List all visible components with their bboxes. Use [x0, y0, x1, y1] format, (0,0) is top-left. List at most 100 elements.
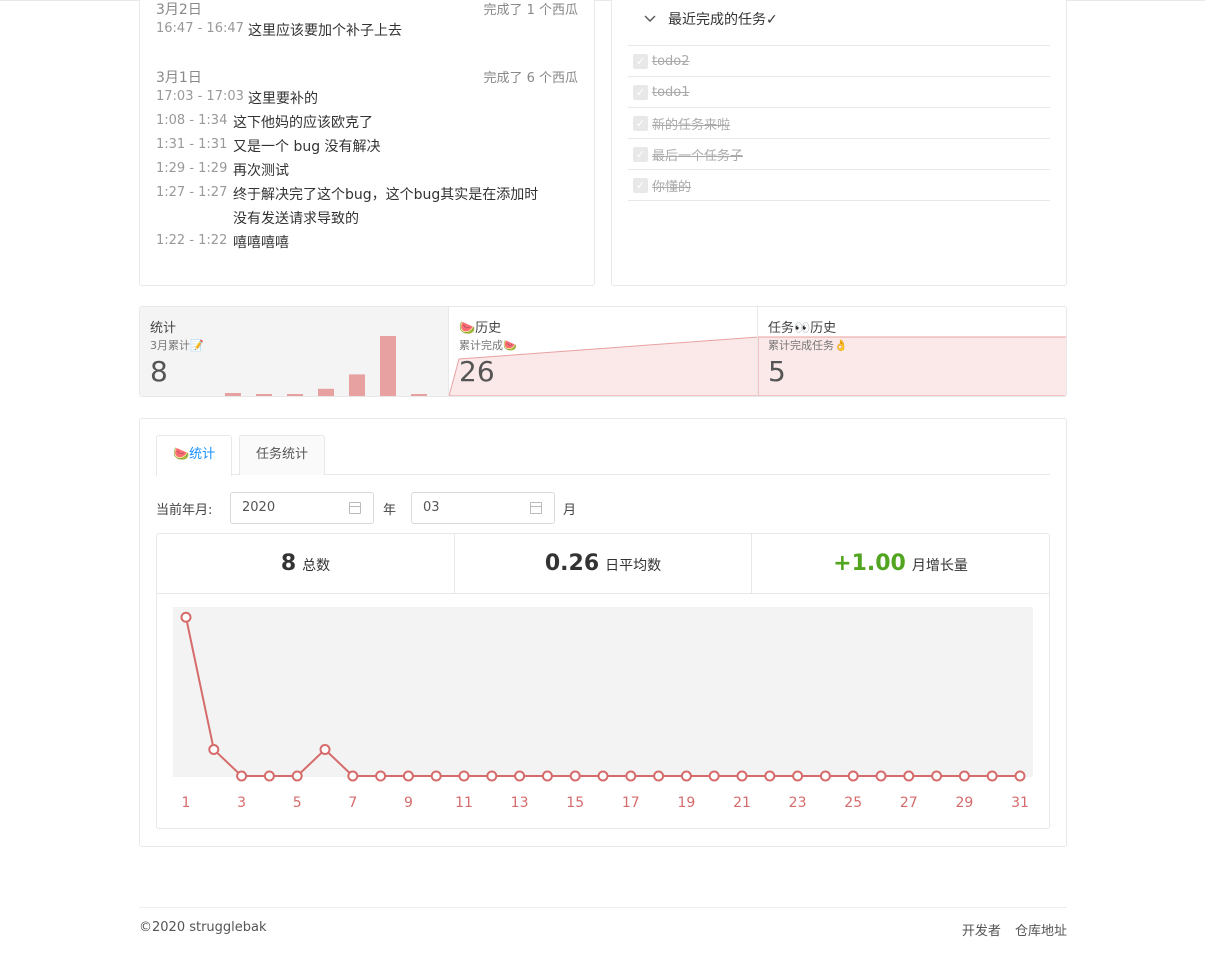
- data-point: [597, 770, 609, 782]
- completed-tasks-card: 最近完成的任务✓ ✓ todo2 ✓ todo1 ✓ 新的任务来啦 ✓ 最后一个…: [611, 0, 1067, 286]
- date-filter-label: 当前年月:: [156, 503, 213, 518]
- metric-value: 0.26: [544, 551, 600, 576]
- record-time: 1:29 - 1:29: [156, 161, 228, 176]
- record-text: 终于解决完了这个bug，这个bug其实是在添加时: [233, 187, 539, 203]
- data-point: [958, 770, 970, 782]
- x-tick-label: 31: [1011, 795, 1029, 811]
- data-point: [541, 770, 553, 782]
- data-point: [986, 770, 998, 782]
- data-point: [291, 770, 303, 782]
- x-tick-label: 29: [955, 795, 973, 811]
- year-value: 2020: [242, 500, 276, 515]
- data-point: [903, 770, 915, 782]
- x-tick-label: 21: [733, 795, 751, 811]
- pomodoro-history-card: 3月2日 完成了 1 个西瓜 16:47 - 16:47 这里应该要加个补子上去…: [139, 0, 595, 286]
- completed-tasks-title: 最近完成的任务✓: [668, 12, 778, 28]
- data-point: [569, 770, 581, 782]
- completed-task-item[interactable]: ✓ todo2: [628, 46, 1050, 77]
- history-record: 1:22 - 1:22 嘻嘻嘻嘻: [156, 233, 578, 257]
- record-text: 这里应该要加个补子上去: [248, 23, 402, 39]
- record-text: 又是一个 bug 没有解决: [233, 139, 381, 155]
- tab-task-stats[interactable]: 任务统计: [239, 435, 326, 475]
- record-text: 这里要补的: [248, 91, 318, 107]
- tab-pomodoro-stats[interactable]: 🍉统计: [156, 435, 233, 476]
- mini-bar: [349, 374, 365, 396]
- history-record: 1:29 - 1:29 再次测试: [156, 161, 578, 185]
- data-point: [430, 770, 442, 782]
- data-point: [375, 770, 387, 782]
- month-unit: 月: [563, 503, 577, 518]
- checkbox-checked-icon[interactable]: ✓: [633, 177, 648, 193]
- data-point: [708, 770, 720, 782]
- data-point: [792, 770, 804, 782]
- data-point: [680, 770, 692, 782]
- checkbox-checked-icon[interactable]: ✓: [633, 115, 648, 131]
- day-header: 3月2日 完成了 1 个西瓜: [156, 0, 578, 19]
- statistics-card: 🍉统计 任务统计 当前年月: 2020 年 03 月 8 总数 0.26 日平均数 …: [139, 418, 1067, 847]
- mini-bar: [318, 388, 334, 396]
- month-picker[interactable]: 03: [411, 492, 555, 524]
- checkbox-checked-icon[interactable]: ✓: [633, 146, 648, 162]
- mini-bar: [225, 393, 241, 396]
- record-time: 1:31 - 1:31: [156, 137, 228, 152]
- stat-title: 🍉历史: [459, 321, 502, 336]
- data-point: [931, 770, 943, 782]
- metric-label: 总数: [302, 558, 331, 574]
- year-unit: 年: [383, 503, 397, 518]
- history-record: 1:31 - 1:31 又是一个 bug 没有解决: [156, 137, 578, 161]
- mini-bar: [380, 336, 396, 396]
- data-point: [847, 770, 859, 782]
- completed-task-item[interactable]: ✓ 你懂的: [628, 170, 1050, 201]
- record-text: 这下他妈的应该欧克了: [233, 115, 373, 131]
- footer-links: 开发者 仓库地址: [952, 920, 1067, 939]
- data-point: [236, 770, 248, 782]
- x-tick-label: 23: [789, 795, 807, 811]
- history-record: 1:27 - 1:27 终于解决完了这个bug，这个bug其实是在添加时: [156, 185, 578, 209]
- history-record: 17:03 - 17:03 这里要补的: [156, 89, 578, 113]
- data-point: [736, 770, 748, 782]
- checkbox-checked-icon[interactable]: ✓: [633, 84, 648, 100]
- mini-bar: [287, 394, 303, 396]
- metric-label: 月增长量: [911, 558, 968, 574]
- data-point: [653, 770, 665, 782]
- metric-monthly-growth: +1.00 月增长量: [751, 534, 1049, 593]
- stat-monthly[interactable]: 统计 3月累计📝 8: [140, 307, 449, 396]
- mini-bar: [256, 394, 272, 396]
- metric-total: 8 总数: [157, 534, 454, 593]
- completed-tasks-toggle[interactable]: 最近完成的任务✓: [644, 9, 778, 29]
- completed-task-item[interactable]: ✓ 新的任务来啦: [628, 108, 1050, 139]
- data-point: [1014, 770, 1026, 782]
- metric-label: 日平均数: [605, 558, 662, 574]
- checkbox-checked-icon[interactable]: ✓: [633, 53, 648, 69]
- stat-pomodoro-history[interactable]: 🍉历史 累计完成🍉 26: [449, 307, 758, 396]
- developer-link[interactable]: 开发者: [962, 924, 1001, 939]
- data-point: [402, 770, 414, 782]
- footer-copyright: ©2020 strugglebak: [139, 920, 267, 935]
- x-tick-label: 17: [622, 795, 640, 811]
- calendar-icon: [530, 502, 542, 514]
- completed-task-item[interactable]: ✓ 最后一个任务子: [628, 139, 1050, 170]
- data-point: [514, 770, 526, 782]
- stats-row: 统计 3月累计📝 8 🍉历史 累计完成🍉 26 任务👀历史 累计完成任务👌 5: [139, 306, 1067, 397]
- x-tick-label: 5: [293, 795, 302, 811]
- day-header: 3月1日 完成了 6 个西瓜: [156, 67, 578, 87]
- day-count: 完成了 1 个西瓜: [483, 3, 578, 18]
- repository-link[interactable]: 仓库地址: [1015, 924, 1067, 939]
- data-point: [347, 770, 359, 782]
- data-point: [458, 770, 470, 782]
- year-picker[interactable]: 2020: [230, 492, 374, 524]
- history-record: 没有发送请求导致的: [156, 209, 578, 233]
- plot-area: [173, 607, 1033, 777]
- metric-summary-row: 8 总数 0.26 日平均数 +1.00 月增长量: [157, 534, 1049, 594]
- metric-value: +1.00: [833, 551, 906, 576]
- stat-task-history[interactable]: 任务👀历史 累计完成任务👌 5: [758, 307, 1066, 396]
- data-point: [180, 611, 192, 623]
- record-time: 17:03 - 17:03: [156, 89, 244, 104]
- stats-tabs: 🍉统计 任务统计: [156, 435, 1050, 476]
- day-count: 完成了 6 个西瓜: [483, 71, 578, 86]
- month-value: 03: [423, 500, 440, 515]
- completed-task-item[interactable]: ✓ todo1: [628, 77, 1050, 108]
- mini-bar: [411, 394, 427, 396]
- record-text: 再次测试: [233, 163, 289, 179]
- history-record: 16:47 - 16:47 这里应该要加个补子上去: [156, 21, 578, 45]
